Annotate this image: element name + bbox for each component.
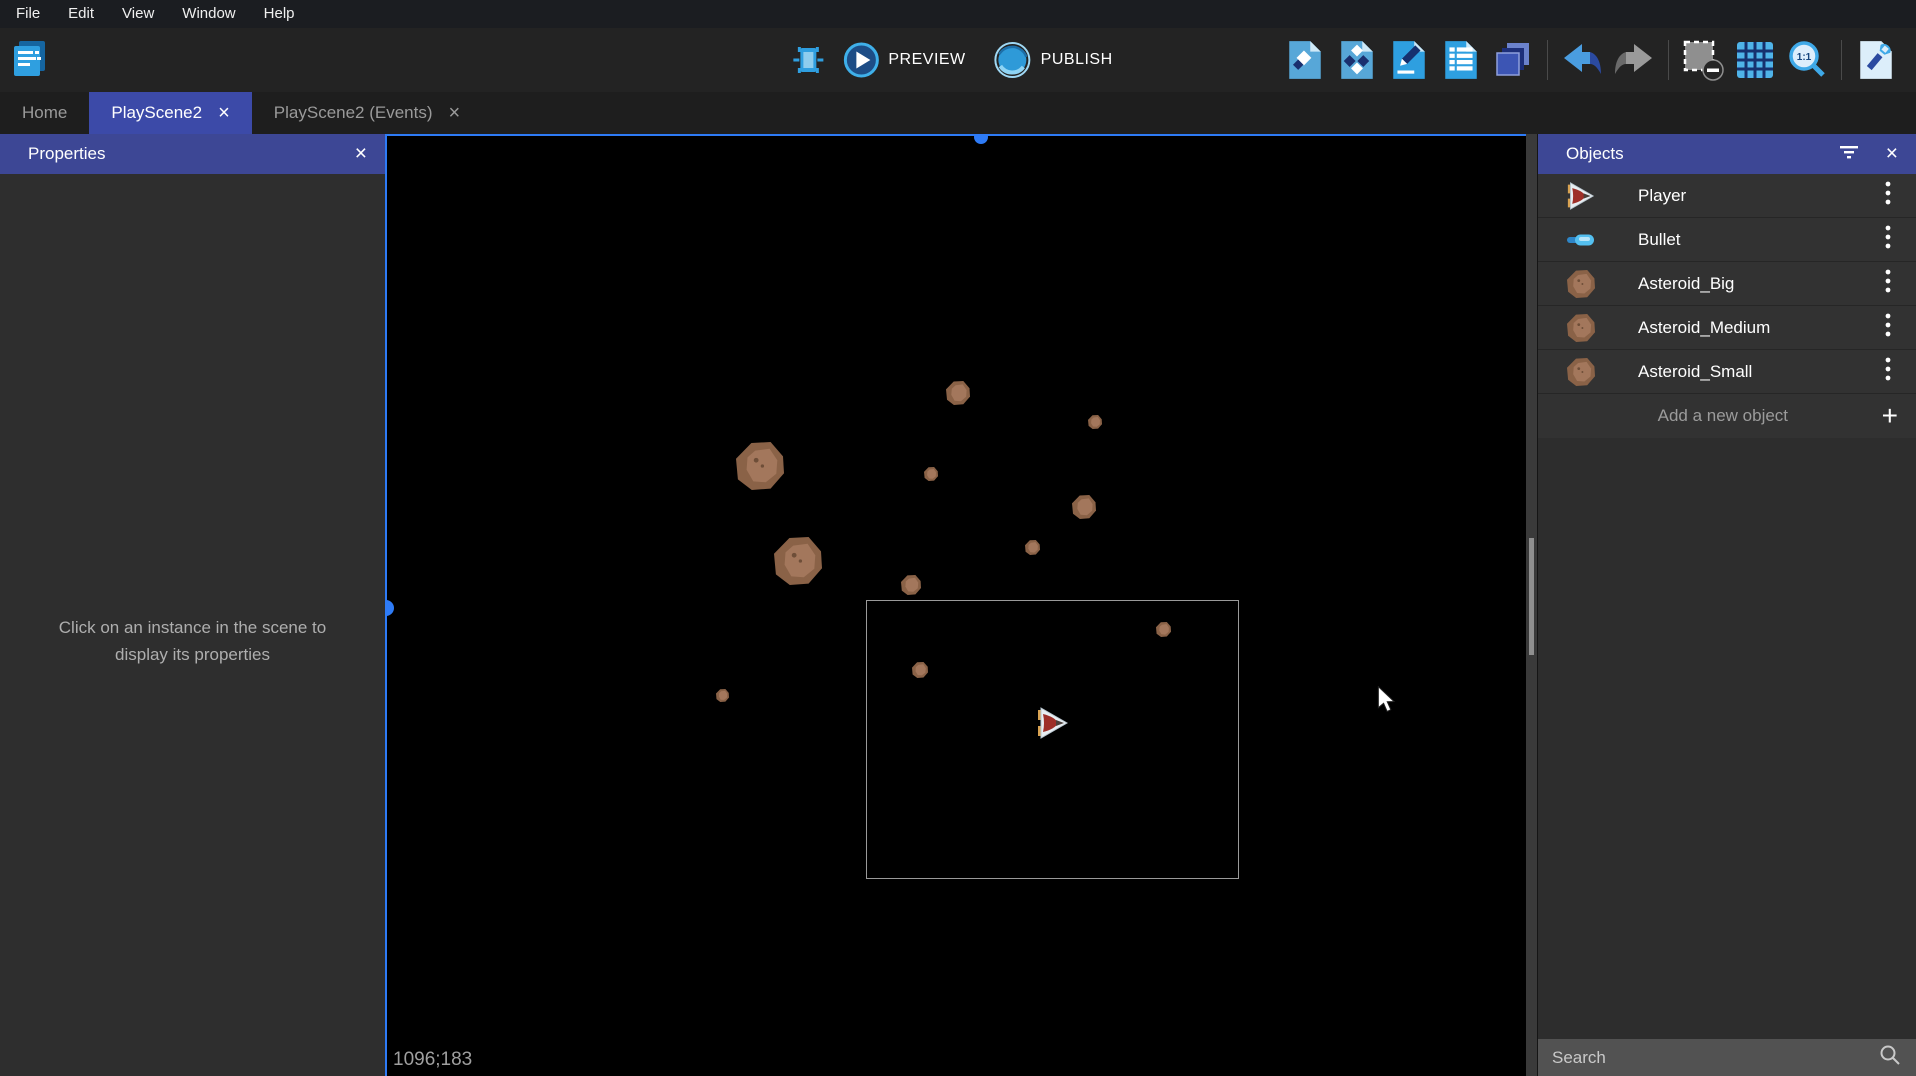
asteroid-instance[interactable] [1088, 415, 1102, 434]
publish-button[interactable]: PUBLISH [1041, 51, 1113, 69]
publish-globe-icon[interactable] [994, 41, 1032, 79]
properties-panel-title: Properties [28, 144, 105, 164]
object-name: Player [1638, 186, 1878, 206]
objects-search-bar [1538, 1039, 1916, 1076]
properties-panel: Properties × Click on an instance in the… [0, 134, 385, 1076]
tab-playscene2-events-[interactable]: PlayScene2 (Events) × [252, 92, 482, 134]
object-row-asteroid_small[interactable]: Asteroid_Small [1538, 350, 1916, 394]
tab-bar: Home PlayScene2 × PlayScene2 (Events) × [0, 92, 1916, 134]
objects-panel-header: Objects × [1538, 134, 1916, 174]
toolbar: PREVIEW PUBLISH 1:1 [0, 28, 1916, 92]
search-icon [1878, 1043, 1902, 1072]
asteroid-icon [1564, 268, 1598, 300]
scene-properties-icon[interactable] [1387, 34, 1431, 86]
toolbar-separator [1668, 40, 1669, 80]
grid-icon[interactable] [1733, 34, 1777, 86]
object-name: Asteroid_Small [1638, 362, 1878, 382]
tab-home[interactable]: Home [0, 92, 89, 134]
asteroid-instance[interactable] [901, 575, 921, 600]
object-row-asteroid_medium[interactable]: Asteroid_Medium [1538, 306, 1916, 350]
close-icon[interactable]: × [449, 103, 461, 123]
zoom-1-1-icon[interactable]: 1:1 [1785, 34, 1829, 86]
kebab-menu-icon[interactable] [1878, 268, 1898, 299]
menu-file[interactable]: File [2, 0, 54, 28]
filter-icon[interactable] [1838, 144, 1860, 165]
layers-icon[interactable] [1491, 34, 1535, 86]
scene-settings-icon[interactable] [1854, 34, 1898, 86]
add-object-label: Add a new object [1564, 406, 1882, 426]
close-icon[interactable]: × [1886, 142, 1898, 166]
objects-panel-title: Objects [1566, 144, 1624, 164]
asteroid-instance[interactable] [924, 467, 938, 486]
asteroid-instance[interactable] [716, 689, 729, 707]
cursor-coordinates: 1096;183 [393, 1049, 472, 1071]
bullet-icon [1564, 224, 1598, 256]
canvas-scrollbar[interactable] [1526, 134, 1537, 1076]
asteroid-instance[interactable] [736, 442, 784, 495]
asteroid-instance[interactable] [774, 537, 822, 590]
asteroid-instance[interactable] [1072, 495, 1096, 524]
close-icon[interactable]: × [355, 142, 367, 166]
object-row-bullet[interactable]: Bullet [1538, 218, 1916, 262]
debugger-icon[interactable] [789, 41, 827, 79]
object-groups-icon[interactable] [1335, 34, 1379, 86]
kebab-menu-icon[interactable] [1878, 356, 1898, 387]
menu-edit[interactable]: Edit [54, 0, 108, 28]
asteroid-instance[interactable] [946, 381, 970, 410]
object-name: Bullet [1638, 230, 1878, 250]
object-name: Asteroid_Big [1638, 274, 1878, 294]
instances-list-icon[interactable] [1439, 34, 1483, 86]
svg-text:1:1: 1:1 [1797, 52, 1812, 63]
objects-panel-empty-area [1538, 438, 1916, 1039]
object-name: Asteroid_Medium [1638, 318, 1878, 338]
asteroid-instance[interactable] [1156, 622, 1171, 642]
left-resize-handle[interactable] [385, 600, 394, 616]
undo-icon[interactable] [1560, 34, 1604, 86]
mouse-cursor [1376, 686, 1396, 719]
properties-panel-header: Properties × [0, 134, 385, 174]
canvas-top-resize-border[interactable] [385, 134, 1526, 136]
kebab-menu-icon[interactable] [1878, 224, 1898, 255]
menu-window[interactable]: Window [168, 0, 249, 28]
menu-bar: FileEditViewWindowHelp [0, 0, 1916, 28]
properties-panel-body: Click on an instance in the scene to dis… [0, 174, 385, 1076]
player-instance[interactable] [1035, 707, 1071, 744]
menu-help[interactable]: Help [250, 0, 309, 28]
objects-panel: Objects × Player Bullet Asteroid_Big Astero… [1537, 134, 1916, 1076]
tab-label: Home [22, 103, 67, 123]
search-input[interactable] [1552, 1048, 1878, 1068]
redo-icon[interactable] [1612, 34, 1656, 86]
preview-play-icon[interactable] [843, 42, 879, 78]
plus-icon: + [1882, 402, 1898, 430]
asteroid-icon [1564, 312, 1598, 344]
scene-canvas[interactable]: 1096;183 [385, 134, 1526, 1076]
deselect-instances-icon[interactable] [1681, 34, 1725, 86]
preview-button[interactable]: PREVIEW [888, 51, 965, 69]
canvas-scrollbar-thumb[interactable] [1529, 538, 1534, 655]
tab-label: PlayScene2 (Events) [274, 103, 433, 123]
tab-label: PlayScene2 [111, 103, 202, 123]
top-resize-handle[interactable] [974, 134, 988, 144]
kebab-menu-icon[interactable] [1878, 180, 1898, 211]
project-manager-icon[interactable] [8, 36, 52, 84]
tab-playscene2[interactable]: PlayScene2 × [89, 92, 251, 134]
asteroid-icon [1564, 356, 1598, 388]
toolbar-separator [1547, 40, 1548, 80]
player-ship-icon [1564, 180, 1598, 212]
asteroid-instance[interactable] [1025, 540, 1040, 560]
object-row-asteroid_big[interactable]: Asteroid_Big [1538, 262, 1916, 306]
toolbar-separator [1841, 40, 1842, 80]
kebab-menu-icon[interactable] [1878, 312, 1898, 343]
add-object-row[interactable]: Add a new object + [1538, 394, 1916, 438]
properties-empty-message: Click on an instance in the scene to dis… [0, 614, 385, 668]
menu-view[interactable]: View [108, 0, 168, 28]
objects-editor-icon[interactable] [1283, 34, 1327, 86]
object-row-player[interactable]: Player [1538, 174, 1916, 218]
asteroid-instance[interactable] [912, 662, 928, 683]
close-icon[interactable]: × [218, 103, 230, 123]
